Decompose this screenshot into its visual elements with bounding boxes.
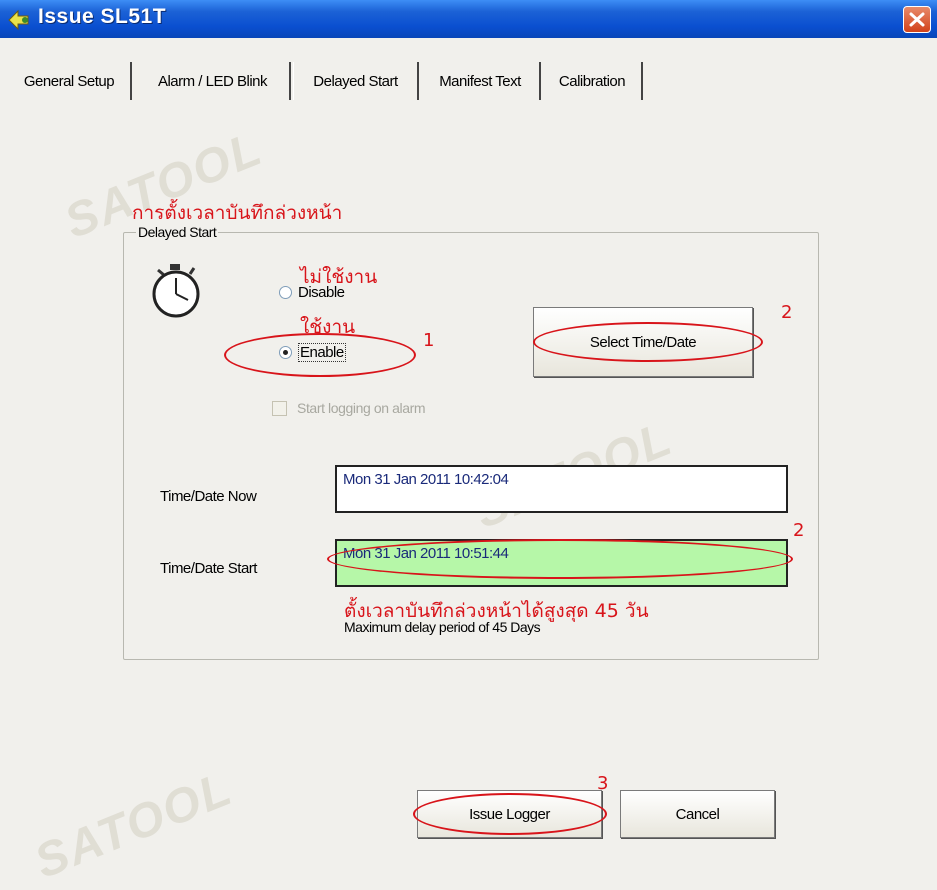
- disable-radio-button[interactable]: [279, 286, 292, 299]
- issue-logger-button[interactable]: Issue Logger: [417, 790, 602, 838]
- step-3-marker: 3: [597, 773, 609, 794]
- time-date-start-label: Time/Date Start: [160, 560, 257, 577]
- close-button[interactable]: [903, 6, 931, 33]
- step-2b-marker: 2: [793, 520, 805, 541]
- select-time-date-button[interactable]: Select Time/Date: [533, 307, 753, 377]
- watermark: SATOOL: [27, 762, 240, 889]
- enable-thai-label: ใช้งาน: [300, 316, 356, 338]
- title-bar: Issue SL51T: [0, 0, 937, 38]
- select-time-date-label: Select Time/Date: [589, 333, 697, 351]
- disable-radio-label: Disable: [298, 284, 345, 301]
- group-title: Delayed Start: [136, 224, 219, 240]
- start-on-alarm-checkbox[interactable]: Start logging on alarm: [272, 400, 426, 416]
- tab-manifest-text[interactable]: Manifest Text: [421, 62, 541, 100]
- step-1-marker: 1: [423, 330, 435, 351]
- enable-radio-label: Enable: [298, 343, 346, 362]
- cancel-button[interactable]: Cancel: [620, 790, 775, 838]
- tab-calibration[interactable]: Calibration: [543, 62, 643, 100]
- tab-general-setup[interactable]: General Setup: [8, 62, 132, 100]
- tab-delayed-start[interactable]: Delayed Start: [293, 62, 419, 100]
- tab-alarm-led-blink[interactable]: Alarm / LED Blink: [136, 62, 291, 100]
- time-date-start-field[interactable]: Mon 31 Jan 2011 10:51:44: [335, 539, 788, 587]
- disable-radio[interactable]: Disable: [279, 284, 345, 301]
- start-on-alarm-box[interactable]: [272, 400, 287, 416]
- window-title: Issue SL51T: [38, 5, 167, 28]
- stopwatch-icon: [152, 264, 200, 318]
- time-date-now-label: Time/Date Now: [160, 488, 257, 505]
- max-delay-note: Maximum delay period of 45 Days: [344, 619, 541, 635]
- enable-radio-button[interactable]: [279, 346, 292, 359]
- close-icon: [909, 12, 925, 27]
- time-date-now-field: Mon 31 Jan 2011 10:42:04: [335, 465, 788, 513]
- issue-logger-label: Issue Logger: [469, 805, 550, 823]
- start-on-alarm-label: Start logging on alarm: [297, 400, 426, 416]
- step-2-marker: 2: [781, 302, 793, 323]
- logger-icon: [8, 9, 29, 31]
- cancel-label: Cancel: [675, 805, 720, 823]
- enable-radio[interactable]: Enable: [279, 343, 346, 362]
